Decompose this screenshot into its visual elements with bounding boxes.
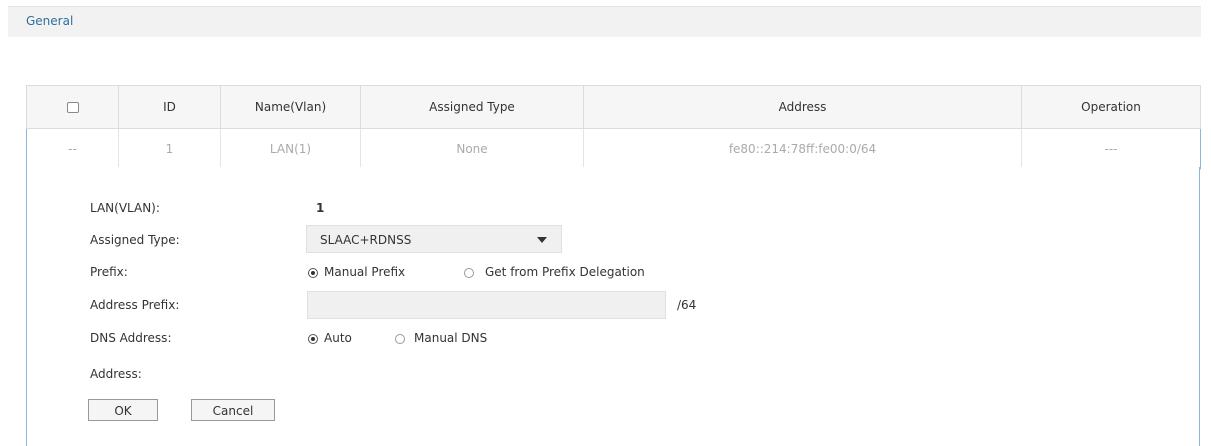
dns-auto-radio[interactable]	[308, 334, 318, 344]
header-select-all[interactable]	[26, 85, 119, 129]
row-checkbox-placeholder: --	[26, 128, 119, 170]
prefix-manual-radio[interactable]	[308, 268, 318, 278]
row-address: fe80::214:78ff:fe00:0/64	[583, 128, 1022, 170]
tab-bar: General	[8, 6, 1201, 37]
header-assigned-type: Assigned Type	[360, 85, 584, 129]
header-address: Address	[583, 85, 1022, 129]
prefix-delegation-radio[interactable]	[464, 268, 474, 278]
row-name: LAN(1)	[220, 128, 361, 170]
lan-ipv6-grid: ID Name(Vlan) Assigned Type Address Oper…	[26, 85, 1201, 446]
cancel-button[interactable]: Cancel	[191, 399, 275, 421]
ok-button[interactable]: OK	[88, 399, 158, 421]
assigned-type-select[interactable]: SLAAC+RDNSS	[306, 225, 562, 253]
header-id: ID	[118, 85, 221, 129]
table-row[interactable]: -- 1 LAN(1) None fe80::214:78ff:fe00:0/6…	[26, 128, 1201, 170]
edit-panel: LAN(VLAN): 1 Assigned Type: SLAAC+RDNSS …	[26, 167, 1200, 446]
header-operation: Operation	[1021, 85, 1201, 129]
dns-auto-label[interactable]: Auto	[324, 331, 352, 345]
table-header-row: ID Name(Vlan) Assigned Type Address Oper…	[26, 85, 1201, 129]
chevron-down-icon	[537, 237, 547, 243]
select-all-checkbox[interactable]	[66, 102, 79, 113]
address-prefix-suffix: /64	[677, 298, 697, 312]
row-assigned-type: None	[360, 128, 584, 170]
address-prefix-label: Address Prefix:	[90, 298, 180, 312]
dns-manual-radio[interactable]	[395, 334, 405, 344]
lan-vlan-value: 1	[316, 201, 325, 215]
assigned-type-label: Assigned Type:	[90, 233, 180, 247]
tab-general[interactable]: General	[26, 14, 73, 28]
assigned-type-value: SLAAC+RDNSS	[320, 233, 412, 247]
header-name: Name(Vlan)	[220, 85, 361, 129]
dns-manual-label[interactable]: Manual DNS	[414, 331, 487, 345]
prefix-delegation-label[interactable]: Get from Prefix Delegation	[485, 265, 645, 279]
lan-vlan-label: LAN(VLAN):	[90, 201, 160, 215]
row-operation: ---	[1021, 128, 1201, 170]
address-label: Address:	[90, 367, 142, 381]
grid-table: ID Name(Vlan) Assigned Type Address Oper…	[26, 85, 1201, 170]
dns-address-label: DNS Address:	[90, 331, 172, 345]
prefix-manual-label[interactable]: Manual Prefix	[324, 265, 405, 279]
prefix-label: Prefix:	[90, 265, 128, 279]
address-prefix-input[interactable]	[307, 291, 666, 319]
row-id: 1	[118, 128, 221, 170]
